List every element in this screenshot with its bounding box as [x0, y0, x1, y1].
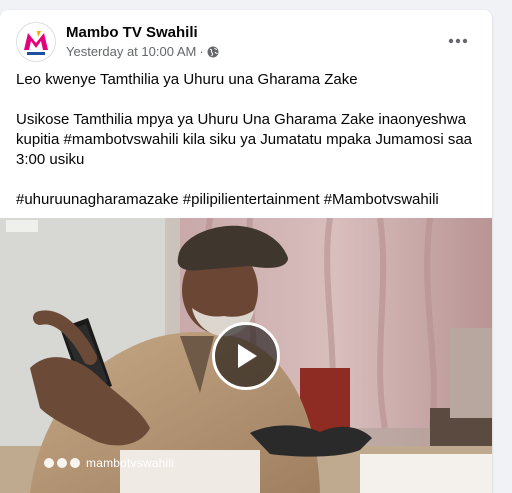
- post-hashtags[interactable]: #uhuruunagharamazake #pilipilientertainm…: [16, 190, 482, 210]
- page-avatar[interactable]: [16, 22, 56, 62]
- instagram-icon: [44, 458, 54, 468]
- more-options-icon: [448, 38, 468, 44]
- play-icon: [238, 344, 257, 368]
- post-timestamp[interactable]: Yesterday at 10:00 AM: [66, 44, 196, 59]
- facebook-icon: [70, 458, 80, 468]
- post-text-line: Leo kwenye Tamthilia ya Uhuru una Gharam…: [16, 71, 358, 88]
- video-watermark: mambotvswahili: [44, 456, 174, 470]
- mambo-tv-logo: [17, 23, 55, 61]
- watermark-text: mambotvswahili: [86, 456, 175, 470]
- play-button[interactable]: [212, 322, 280, 390]
- post-meta: Yesterday at 10:00 AM ·: [66, 44, 219, 59]
- twitter-icon: [57, 458, 67, 468]
- post-card: Mambo TV Swahili Yesterday at 10:00 AM ·…: [0, 10, 492, 493]
- post-body: Leo kwenye Tamthilia ya Uhuru una Gharam…: [16, 70, 482, 210]
- meta-separator: ·: [199, 44, 204, 59]
- video-player[interactable]: mambotvswahili: [0, 218, 492, 493]
- page-name[interactable]: Mambo TV Swahili: [66, 24, 198, 41]
- more-options-button[interactable]: [440, 28, 476, 54]
- globe-icon[interactable]: [207, 46, 219, 58]
- post-text-paragraph: Usikose Tamthilia mpya ya Uhuru Una Ghar…: [16, 111, 473, 168]
